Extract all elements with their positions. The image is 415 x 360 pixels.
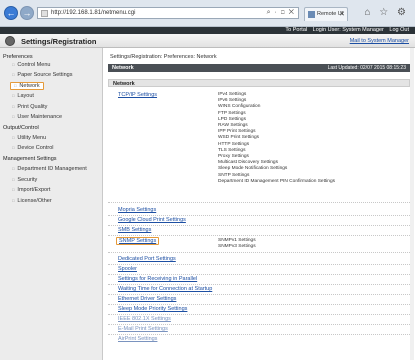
tcpip-settings-list: IPv4 Settings IPv6 Settings WINS Configu… (218, 92, 335, 185)
sidebar-item-control-menu[interactable]: Control Menu (12, 62, 50, 68)
sidebar-heading-preferences: Preferences (3, 54, 33, 60)
last-updated-text: Last Updated: 02/07 2015 08:15:23 (327, 65, 406, 71)
divider (108, 294, 410, 295)
sidebar-item-user-maintenance[interactable]: User Maintenance (12, 114, 62, 120)
sidebar-heading-output-control: Output/Control (3, 125, 39, 131)
browser-chrome: ← → http://192.168.1.81/netmenu.cgi ⌕ · … (0, 0, 415, 27)
page-title: Settings/Registration (21, 37, 97, 46)
divider (108, 215, 410, 216)
sidebar-item-import-export[interactable]: Import/Export (12, 187, 50, 193)
waiting-time-for-connection-link[interactable]: Waiting Time for Connection at Startup (118, 286, 212, 292)
login-user-text: Login User: System Manager (312, 27, 384, 33)
section-header: Network Last Updated: 02/07 2015 08:15:2… (108, 64, 410, 72)
address-text[interactable]: http://192.168.1.81/netmenu.cgi (51, 10, 135, 16)
dedicated-port-settings-link[interactable]: Dedicated Port Settings (118, 256, 176, 262)
sidebar-item-layout[interactable]: Layout (12, 93, 34, 99)
divider (108, 284, 410, 285)
device-name-bar (4, 28, 54, 32)
breadcrumb: Settings/Registration: Preferences: Netw… (110, 54, 217, 60)
tcpip-settings-link[interactable]: TCP/IP Settings (118, 92, 157, 98)
mail-to-system-manager-link[interactable]: Mail to System Manager (350, 38, 409, 44)
divider (108, 225, 410, 226)
tab-favicon-icon (308, 11, 315, 18)
sidebar-item-paper-source-settings[interactable]: Paper Source Settings (12, 72, 72, 78)
email-print-settings-link[interactable]: E-Mail Print Settings (118, 326, 168, 332)
list-item: Department ID Management PIN Confirmatio… (218, 178, 336, 184)
divider (108, 235, 410, 236)
settings-icon (5, 36, 15, 46)
back-arrow-icon[interactable]: ← (4, 6, 18, 20)
airprint-settings-link[interactable]: AirPrint Settings (118, 336, 157, 342)
main-content: Settings/Registration: Preferences: Netw… (104, 48, 415, 360)
to-portal-link[interactable]: To Portal (285, 27, 307, 33)
settings-for-receiving-in-parallel-link[interactable]: Settings for Receiving in Parallel (118, 276, 197, 282)
app-top-bar: To Portal Login User: System Manager Log… (0, 27, 415, 34)
sidebar: Preferences Control Menu Paper Source Se… (0, 48, 103, 360)
forward-arrow-icon[interactable]: → (20, 6, 34, 20)
ethernet-driver-settings-link[interactable]: Ethernet Driver Settings (118, 296, 176, 302)
mopria-settings-link[interactable]: Mopria Settings (118, 207, 156, 213)
divider (108, 314, 410, 315)
list-item: SNMPv3 Settings (218, 244, 256, 250)
sidebar-item-security[interactable]: Security (12, 177, 37, 183)
title-bar: Settings/Registration Mail to System Man… (0, 34, 415, 48)
sidebar-heading-management-settings: Management Settings (3, 156, 57, 162)
section-title: Network (112, 65, 134, 71)
address-bar[interactable]: http://192.168.1.81/netmenu.cgi ⌕ · ◻ ✕ (37, 7, 299, 19)
browser-toolbar-icons[interactable]: ⌂ ☆ ⚙ (364, 7, 409, 18)
divider (108, 334, 410, 335)
logout-link[interactable]: Log Out (389, 27, 409, 33)
sidebar-item-license-other[interactable]: License/Other (12, 198, 51, 204)
spooler-link[interactable]: Spooler (118, 266, 137, 272)
browser-tab[interactable]: Remote UI ✕ (304, 7, 348, 21)
sidebar-item-network[interactable]: Network (10, 82, 44, 90)
sidebar-item-device-control[interactable]: Device Control (12, 145, 53, 151)
sleep-mode-priority-settings-link[interactable]: Sleep Mode Priority Settings (118, 306, 187, 312)
page-icon (41, 10, 48, 17)
smb-settings-link[interactable]: SMB Settings (118, 227, 151, 233)
tab-close-icon[interactable]: ✕ (339, 10, 345, 18)
snmp-settings-link[interactable]: SNMP Settings (116, 237, 160, 245)
sidebar-item-department-id-management[interactable]: Department ID Management (12, 166, 86, 172)
divider (108, 252, 410, 253)
divider (108, 202, 410, 203)
sidebar-item-print-quality[interactable]: Print Quality (12, 104, 47, 110)
subsection-title: Network (113, 81, 135, 87)
sidebar-item-utility-menu[interactable]: Utility Menu (12, 135, 46, 141)
divider (108, 274, 410, 275)
subsection-header: Network (108, 79, 410, 87)
scrollbar[interactable] (410, 48, 414, 360)
address-tools-icons[interactable]: ⌕ · ◻ ✕ (267, 9, 295, 17)
divider (108, 324, 410, 325)
app-bar-links: To Portal Login User: System Manager Log… (281, 27, 409, 33)
divider (108, 304, 410, 305)
google-cloud-print-settings-link[interactable]: Google Cloud Print Settings (118, 217, 186, 223)
divider (108, 264, 410, 265)
snmp-settings-list: SNMPv1 Settings SNMPv3 Settings (218, 238, 256, 250)
ieee-8021x-settings-link[interactable]: IEEE 802.1X Settings (118, 316, 171, 322)
